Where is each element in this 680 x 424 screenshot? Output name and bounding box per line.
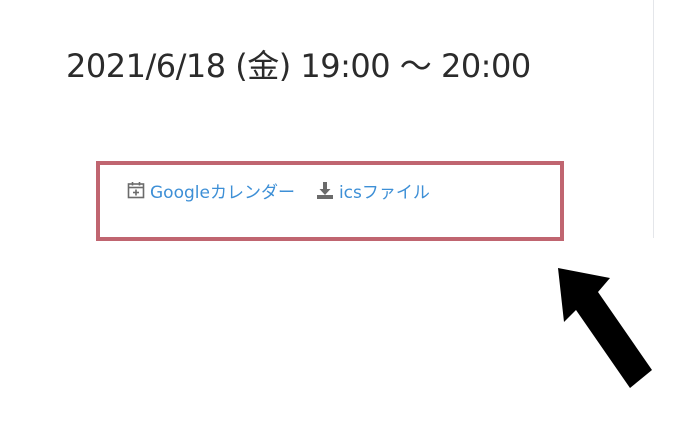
ics-file-link[interactable]: icsファイル	[315, 178, 430, 203]
panel-edge-divider	[653, 0, 654, 238]
calendar-plus-icon	[126, 180, 146, 200]
google-calendar-label: Googleカレンダー	[150, 182, 295, 203]
calendar-links: Googleカレンダー icsファイル	[126, 174, 430, 206]
pointer-arrow-icon	[558, 268, 652, 388]
download-icon	[315, 180, 335, 200]
ics-file-label: icsファイル	[338, 182, 430, 203]
google-calendar-link[interactable]: Googleカレンダー	[126, 178, 295, 203]
screenshot-page: 2021/6/18 (金) 19:00 〜 20:00 Googleカレンダー	[0, 0, 680, 424]
event-datetime: 2021/6/18 (金) 19:00 〜 20:00	[66, 47, 531, 85]
